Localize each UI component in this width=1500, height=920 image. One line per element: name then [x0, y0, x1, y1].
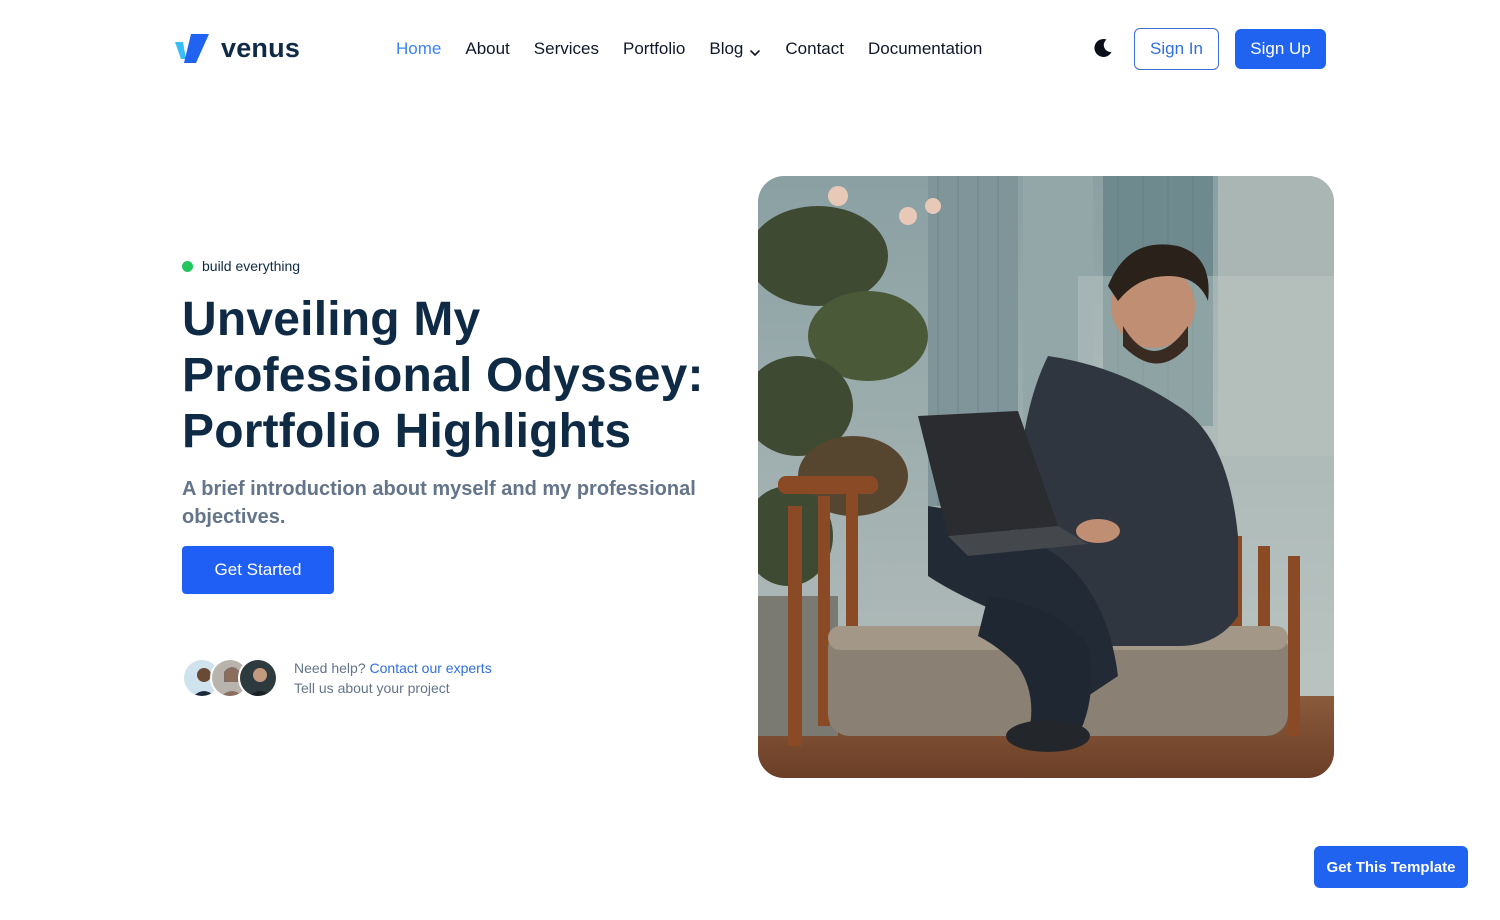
get-this-template-button[interactable]: Get This Template — [1314, 846, 1468, 888]
nav-item-home[interactable]: Home — [396, 38, 441, 60]
hero-title-line-2: Professional Odyssey: — [182, 349, 704, 402]
nav-item-blog[interactable]: Blog — [709, 38, 761, 60]
main-nav: Home About Services Portfolio Blog Conta… — [396, 38, 982, 60]
contact-experts-link[interactable]: Contact our experts — [370, 660, 492, 676]
help-line-1: Need help? Contact our experts — [294, 658, 492, 678]
brand-logo[interactable]: venus — [175, 32, 300, 64]
nav-item-about[interactable]: About — [465, 38, 509, 60]
site-header: venus Home About Services Portfolio Blog… — [0, 0, 1500, 98]
sign-in-button[interactable]: Sign In — [1134, 28, 1219, 70]
avatar — [238, 658, 278, 698]
nav-item-documentation[interactable]: Documentation — [868, 38, 982, 60]
nav-item-portfolio[interactable]: Portfolio — [623, 38, 685, 60]
venus-logo-icon — [175, 32, 209, 64]
sign-up-button[interactable]: Sign Up — [1235, 29, 1326, 69]
hero-tag: build everything — [182, 258, 300, 274]
get-started-button[interactable]: Get Started — [182, 546, 334, 594]
nav-item-services[interactable]: Services — [534, 38, 599, 60]
help-prefix: Need help? — [294, 660, 366, 676]
hero-title-line-1: Unveiling My — [182, 293, 481, 346]
expert-avatars — [182, 658, 282, 698]
moon-icon[interactable] — [1092, 37, 1114, 59]
chevron-down-icon — [749, 43, 761, 56]
hero-photo — [758, 176, 1334, 778]
help-line-2: Tell us about your project — [294, 680, 450, 696]
hero-subtitle: A brief introduction about myself and my… — [182, 478, 696, 528]
help-text: Need help? Contact our experts Tell us a… — [294, 658, 492, 698]
hero-tag-label: build everything — [202, 258, 301, 274]
hero-title: Unveiling My Professional Odyssey: Portf… — [182, 292, 742, 460]
nav-item-blog-label: Blog — [709, 39, 744, 58]
nav-item-contact[interactable]: Contact — [785, 38, 844, 60]
hero-title-line-3: Portfolio Highlights — [182, 405, 632, 458]
status-dot — [182, 260, 193, 272]
brand-name: venus — [221, 32, 301, 63]
